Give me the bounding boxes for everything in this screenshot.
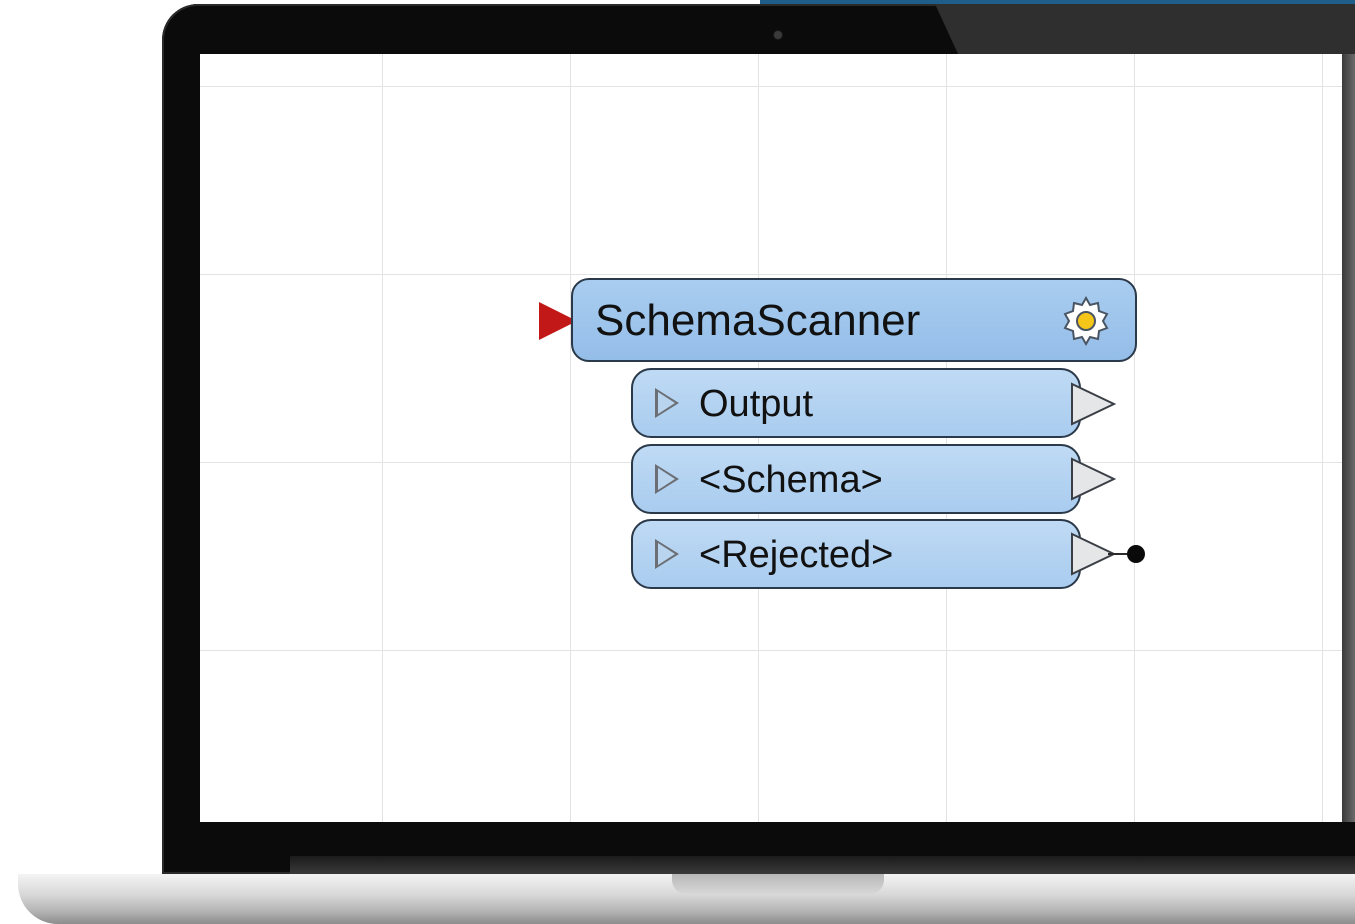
workspace-canvas[interactable] <box>200 54 1342 822</box>
connection-endpoint-icon[interactable] <box>1127 545 1145 563</box>
port-row-schema[interactable]: <Schema> <box>631 444 1081 514</box>
port-row-output[interactable]: Output <box>631 368 1081 438</box>
expand-arrow-icon[interactable] <box>655 539 679 569</box>
camera-icon <box>774 31 782 39</box>
expand-arrow-icon[interactable] <box>655 388 679 418</box>
screen-edge <box>1342 54 1355 822</box>
output-port-icon[interactable] <box>1070 382 1116 426</box>
port-label: Output <box>699 383 814 425</box>
output-port-icon[interactable] <box>1070 457 1116 501</box>
port-label: <Schema> <box>699 459 883 501</box>
expand-arrow-icon[interactable] <box>655 464 679 494</box>
bezel-reflection <box>935 4 1355 56</box>
port-row-rejected[interactable]: <Rejected> <box>631 519 1081 589</box>
laptop-notch <box>672 874 884 894</box>
port-label: <Rejected> <box>699 534 894 576</box>
transformer-title: SchemaScanner <box>595 296 921 345</box>
gear-icon[interactable] <box>1059 294 1113 348</box>
transformer-header[interactable]: SchemaScanner <box>571 278 1137 362</box>
laptop-hinge <box>290 856 1355 874</box>
